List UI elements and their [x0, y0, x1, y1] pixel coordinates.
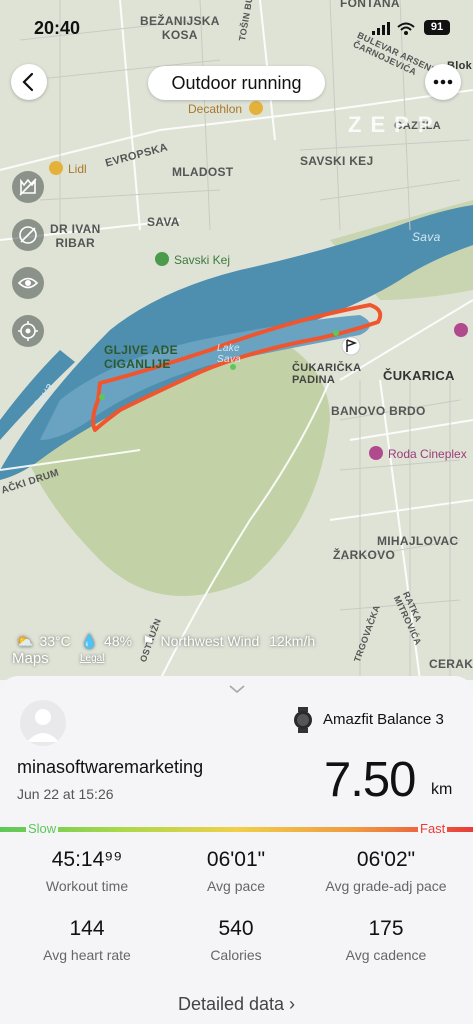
stat-label: Avg cadence	[345, 947, 427, 963]
map-label: SAVA	[147, 215, 180, 229]
stat-label: Workout time	[45, 878, 129, 894]
park-pin-icon	[155, 252, 169, 266]
battery-icon: 91	[424, 20, 450, 35]
status-bar: 20:40 91	[0, 0, 473, 50]
pace-scale-bar	[0, 827, 473, 832]
stat-calories: 540 Calories	[161, 917, 311, 963]
sun-cloud-icon: ⛅	[16, 633, 34, 649]
map-label: MLADOST	[172, 165, 234, 179]
page-title: Outdoor running	[148, 66, 325, 100]
stat-avg-pace: 06'01" Avg pace	[161, 848, 311, 894]
stat-label: Avg grade-adj pace	[325, 878, 447, 894]
stat-label: Calories	[210, 947, 262, 963]
map-label: DR IVAN RIBAR	[50, 222, 101, 250]
stat-value: 175	[368, 917, 404, 940]
chevron-left-icon	[22, 72, 34, 92]
locate-button[interactable]	[12, 315, 44, 347]
finish-flag-icon	[341, 336, 361, 356]
status-time: 20:40	[34, 18, 81, 38]
scale-slow-label: Slow	[26, 821, 59, 836]
map-label: ČUKARIČKA PADINA	[292, 362, 362, 386]
target-icon	[18, 321, 38, 341]
stat-value: 144	[69, 917, 105, 940]
lidl-pin-icon	[49, 161, 63, 175]
route-off-icon	[19, 226, 37, 244]
layers-off-icon	[19, 178, 37, 196]
avatar[interactable]	[20, 700, 66, 746]
eye-icon	[17, 277, 39, 289]
weather-bar: ⛅ 33°C 💧 48% ⚑ Northwest Wind 12km/h	[16, 633, 321, 650]
map-label: GLJIVE ADE CIGANLIJE	[104, 343, 178, 371]
distance-unit: km	[431, 781, 453, 798]
chevron-right-icon: ›	[289, 994, 296, 1014]
map-label: SAVSKI KEJ	[300, 154, 374, 168]
stat-workout-time: 45:14⁹⁹ Workout time	[12, 848, 162, 894]
scale-fast-label: Fast	[418, 821, 448, 836]
stat-value: 06'01"	[206, 848, 266, 871]
route-map[interactable]: BEŽANIJSKA KOSA FONTANA TOŠIN BUNAR BULE…	[0, 0, 473, 680]
stat-cadence: 175 Avg cadence	[311, 917, 461, 963]
wind-direction: Northwest Wind	[160, 633, 260, 649]
detailed-data-label: Detailed data	[177, 994, 285, 1014]
username: minasoftwaremarketing	[17, 757, 204, 777]
humidity-icon: 💧	[80, 633, 99, 649]
poi-label: Roda Cineplex	[388, 447, 467, 461]
zepp-brand: ZEPP	[348, 112, 442, 137]
map-label: BANOVO BRDO	[331, 404, 426, 418]
poi-pin-icon	[454, 323, 468, 337]
route-marker	[333, 330, 339, 336]
temperature: 33°C	[39, 633, 71, 649]
map-label: MIHAJLOVAC	[377, 534, 459, 548]
stat-value: 45:14⁹⁹	[51, 848, 123, 871]
stat-grade-adj-pace: 06'02" Avg grade-adj pace	[311, 848, 461, 894]
map-label: CERAK	[429, 657, 473, 671]
stat-heart-rate: 144 Avg heart rate	[12, 917, 162, 963]
workout-date: Jun 22 at 15:26	[17, 786, 114, 802]
decathlon-pin-icon	[249, 101, 263, 115]
watch-icon	[294, 707, 312, 733]
more-button[interactable]	[425, 64, 461, 100]
legal-link[interactable]: Legal	[80, 653, 104, 664]
signal-wifi-icons	[372, 22, 415, 35]
stat-label: Avg pace	[206, 878, 266, 894]
map-label: ŽARKOVO	[333, 548, 396, 562]
device-name: Amazfit Balance 3	[323, 711, 444, 728]
apple-maps-logo: Maps	[12, 650, 49, 667]
chevron-down-icon[interactable]	[228, 684, 246, 694]
detailed-data-link[interactable]: Detailed data ›	[0, 994, 473, 1015]
humidity: 48%	[104, 633, 133, 649]
distance-value: 7.50	[324, 753, 416, 807]
back-button[interactable]	[11, 64, 47, 100]
route-marker	[99, 394, 105, 400]
visibility-button[interactable]	[12, 267, 44, 299]
track-toggle-button[interactable]	[12, 219, 44, 251]
map-style-button[interactable]	[12, 171, 44, 203]
stat-value: 06'02"	[356, 848, 416, 871]
more-dots-icon	[433, 79, 453, 85]
user-placeholder-icon	[27, 709, 59, 742]
wind-icon: ⚑	[141, 633, 155, 649]
stat-label: Avg heart rate	[43, 947, 131, 963]
stat-value: 540	[218, 917, 254, 940]
poi-label: Lidl	[68, 162, 87, 176]
map-label: ČUKARICA	[383, 368, 455, 383]
river-label: Sava	[412, 230, 441, 244]
lake-label: Lake Sava	[217, 343, 241, 365]
poi-label: Savski Kej	[174, 253, 231, 267]
poi-label: Decathlon	[188, 102, 243, 116]
wind-speed: 12km/h	[269, 633, 316, 649]
cinema-pin-icon	[369, 446, 383, 460]
